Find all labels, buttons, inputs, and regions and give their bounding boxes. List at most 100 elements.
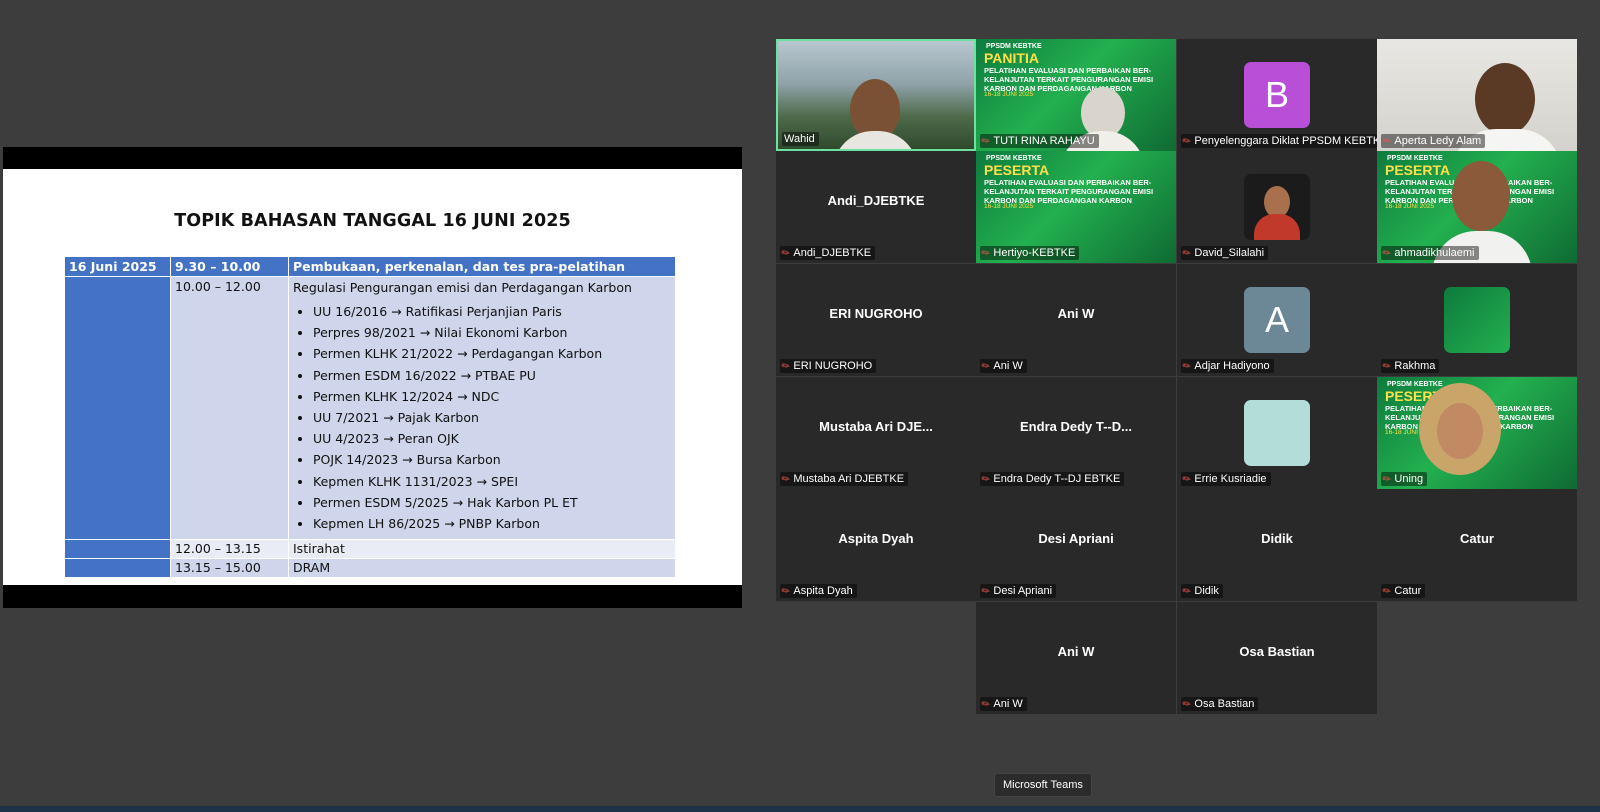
- muted-mic-icon: ✎: [1181, 134, 1194, 148]
- muted-mic-icon: ✎: [980, 359, 993, 373]
- participant-tile-wahid[interactable]: Wahid: [776, 39, 976, 151]
- muted-mic-icon: ✎: [1181, 472, 1194, 486]
- participant-display-name: Aspita Dyah: [838, 531, 914, 546]
- muted-mic-icon: ✎: [1381, 359, 1394, 373]
- participant-name-label: ✎Aspita Dyah: [780, 584, 857, 598]
- list-item: Kepmen LH 86/2025 → PNBP Karbon: [313, 513, 671, 534]
- participant-display-name: Endra Dedy T--D...: [1020, 419, 1132, 434]
- time-cell: 10.00 – 12.00: [170, 276, 289, 540]
- list-item: UU 16/2016 → Ratifikasi Perjanjian Paris: [313, 301, 671, 322]
- avatar: B: [1244, 62, 1310, 128]
- participant-name-label: ✎Ani W: [980, 359, 1027, 373]
- regulation-list: UU 16/2016 → Ratifikasi Perjanjian Paris…: [293, 301, 671, 534]
- participant-tile-tuti[interactable]: PPSDM KEBTKE PANITIA PELATIHAN EVALUASI …: [976, 39, 1176, 151]
- participant-name-label: ✎Hertiyo-KEBTKE: [980, 246, 1080, 260]
- time-cell: 9.30 – 10.00: [170, 256, 289, 277]
- participant-name-label: ✎Adjar Hadiyono: [1181, 359, 1274, 373]
- participant-name-label: ✎Endra Dedy T--DJ EBTKE: [980, 472, 1125, 486]
- date-cell: 16 Juni 2025: [64, 256, 171, 277]
- participant-name-label: ✎Errie Kusriadie: [1181, 472, 1271, 486]
- participant-face: [1475, 63, 1535, 135]
- muted-mic-icon: ✎: [780, 584, 793, 598]
- list-item: Permen KLHK 12/2024 → NDC: [313, 386, 671, 407]
- participant-display-name: Didik: [1261, 531, 1293, 546]
- muted-mic-icon: ✎: [980, 134, 993, 148]
- participant-tile-endra[interactable]: Endra Dedy T--D... ✎Endra Dedy T--DJ EBT…: [976, 377, 1176, 489]
- list-item: POJK 14/2023 → Bursa Karbon: [313, 449, 671, 470]
- participant-display-name: Catur: [1460, 531, 1494, 546]
- participant-name-label: ✎ahmadikhulaemi: [1381, 246, 1479, 260]
- list-item: UU 7/2021 → Pajak Karbon: [313, 407, 671, 428]
- participant-tile-catur[interactable]: Catur ✎Catur: [1377, 489, 1577, 601]
- participant-name-label: Wahid: [782, 132, 819, 146]
- topic-cell: Istirahat: [288, 539, 676, 559]
- participant-display-name: Andi_DJEBTKE: [827, 193, 925, 208]
- participant-tile-david[interactable]: ✎David_Silalahi: [1177, 151, 1377, 263]
- muted-mic-icon: ✎: [1381, 584, 1394, 598]
- schedule-table: 16 Juni 2025 9.30 – 10.00 Pembukaan, per…: [64, 256, 676, 578]
- participant-name-label: ✎Osa Bastian: [1181, 697, 1259, 711]
- muted-mic-icon: ✎: [980, 246, 993, 260]
- muted-mic-icon: ✎: [1381, 472, 1394, 486]
- participant-name-label: ✎TUTI RINA RAHAYU: [980, 134, 1099, 148]
- participant-tile-rakhma[interactable]: ✎Rakhma: [1377, 264, 1577, 376]
- participant-tile-penyelenggara[interactable]: B ✎Penyelenggara Diklat PPSDM KEBTKE: [1177, 39, 1377, 151]
- participant-tile-aniw-2[interactable]: Ani W ✎Ani W: [976, 602, 1176, 714]
- participant-name-label: ✎Didik: [1181, 584, 1223, 598]
- muted-mic-icon: ✎: [980, 697, 993, 711]
- table-row: 13.15 – 15.00 DRAM: [64, 558, 676, 578]
- microsoft-teams-tooltip: Microsoft Teams: [994, 773, 1092, 797]
- list-item: Permen ESDM 16/2022 → PTBAE PU: [313, 365, 671, 386]
- muted-mic-icon: ✎: [1381, 246, 1394, 260]
- participant-name-label: ✎Catur: [1381, 584, 1426, 598]
- topic-cell: Regulasi Pengurangan emisi dan Perdagang…: [288, 276, 676, 540]
- participant-tile-adjar[interactable]: A ✎Adjar Hadiyono: [1177, 264, 1377, 376]
- topic-cell: DRAM: [288, 558, 676, 578]
- participant-tile-errie[interactable]: ✎Errie Kusriadie: [1177, 377, 1377, 489]
- presentation-slide: TOPIK BAHASAN TANGGAL 16 JUNI 2025 16 Ju…: [3, 169, 742, 585]
- list-item: Permen KLHK 21/2022 → Perdagangan Karbon: [313, 343, 671, 364]
- muted-mic-icon: ✎: [1381, 134, 1394, 148]
- participant-name-label: ✎Mustaba Ari DJEBTKE: [780, 472, 909, 486]
- participant-display-name: Ani W: [1057, 644, 1095, 659]
- participant-name-label: ✎Rakhma: [1381, 359, 1440, 373]
- participant-display-name: Mustaba Ari DJE...: [819, 419, 933, 434]
- muted-mic-icon: ✎: [1181, 359, 1194, 373]
- table-row: 10.00 – 12.00 Regulasi Pengurangan emisi…: [64, 276, 676, 540]
- participant-tile-mustaba[interactable]: Mustaba Ari DJE... ✎Mustaba Ari DJEBTKE: [776, 377, 976, 489]
- muted-mic-icon: ✎: [1181, 697, 1194, 711]
- shared-screen: TOPIK BAHASAN TANGGAL 16 JUNI 2025 16 Ju…: [3, 147, 742, 608]
- participant-tile-aperta[interactable]: ✎Aperta Ledy Alam: [1377, 39, 1577, 151]
- muted-mic-icon: ✎: [980, 472, 993, 486]
- participant-face: [1452, 161, 1510, 231]
- participant-name-label: ✎Penyelenggara Diklat PPSDM KEBTKE: [1181, 134, 1377, 148]
- muted-mic-icon: ✎: [780, 359, 793, 373]
- avatar: [1244, 400, 1310, 466]
- participant-tile-hertiyo[interactable]: PPSDM KEBTKE PESERTA PELATIHAN EVALUASI …: [976, 151, 1176, 263]
- participant-tile-eri[interactable]: ERI NUGROHO ✎ERI NUGROHO: [776, 264, 976, 376]
- time-cell: 13.15 – 15.00: [170, 558, 289, 578]
- participant-name-label: ✎Uning: [1381, 472, 1428, 486]
- list-item: Perpres 98/2021 → Nilai Ekonomi Karbon: [313, 322, 671, 343]
- muted-mic-icon: ✎: [1181, 246, 1194, 260]
- participant-name-label: ✎ERI NUGROHO: [780, 359, 877, 373]
- participant-tile-andi[interactable]: Andi_DJEBTKE ✎Andi_DJEBTKE: [776, 151, 976, 263]
- time-cell: 12.00 – 13.15: [170, 539, 289, 559]
- taskbar-edge: [0, 806, 1600, 812]
- participant-tile-desi[interactable]: Desi Apriani ✎Desi Apriani: [976, 489, 1176, 601]
- topic-cell: Pembukaan, perkenalan, dan tes pra-pelat…: [288, 256, 676, 277]
- participant-tile-aspita[interactable]: Aspita Dyah ✎Aspita Dyah: [776, 489, 976, 601]
- participant-tile-aniw[interactable]: Ani W ✎Ani W: [976, 264, 1176, 376]
- participant-tile-uning[interactable]: PPSDM KEBTKE PESERTA PELATIHAN EVALUASI …: [1377, 377, 1577, 489]
- participant-display-name: ERI NUGROHO: [829, 306, 923, 321]
- participant-tile-osa[interactable]: Osa Bastian ✎Osa Bastian: [1177, 602, 1377, 714]
- participant-display-name: Desi Apriani: [1038, 531, 1114, 546]
- participant-tile-didik[interactable]: Didik ✎Didik: [1177, 489, 1377, 601]
- table-row: 16 Juni 2025 9.30 – 10.00 Pembukaan, per…: [64, 256, 676, 277]
- participant-name-label: ✎David_Silalahi: [1181, 246, 1269, 260]
- participant-tile-ahmad[interactable]: PPSDM KEBTKE PESERTA PELATIHAN EVALUASI …: [1377, 151, 1577, 263]
- list-item: Kepmen KLHK 1131/2023 → SPEI: [313, 471, 671, 492]
- list-item: Permen ESDM 5/2025 → Hak Karbon PL ET: [313, 492, 671, 513]
- muted-mic-icon: ✎: [980, 584, 993, 598]
- participant-name-label: ✎Andi_DJEBTKE: [780, 246, 876, 260]
